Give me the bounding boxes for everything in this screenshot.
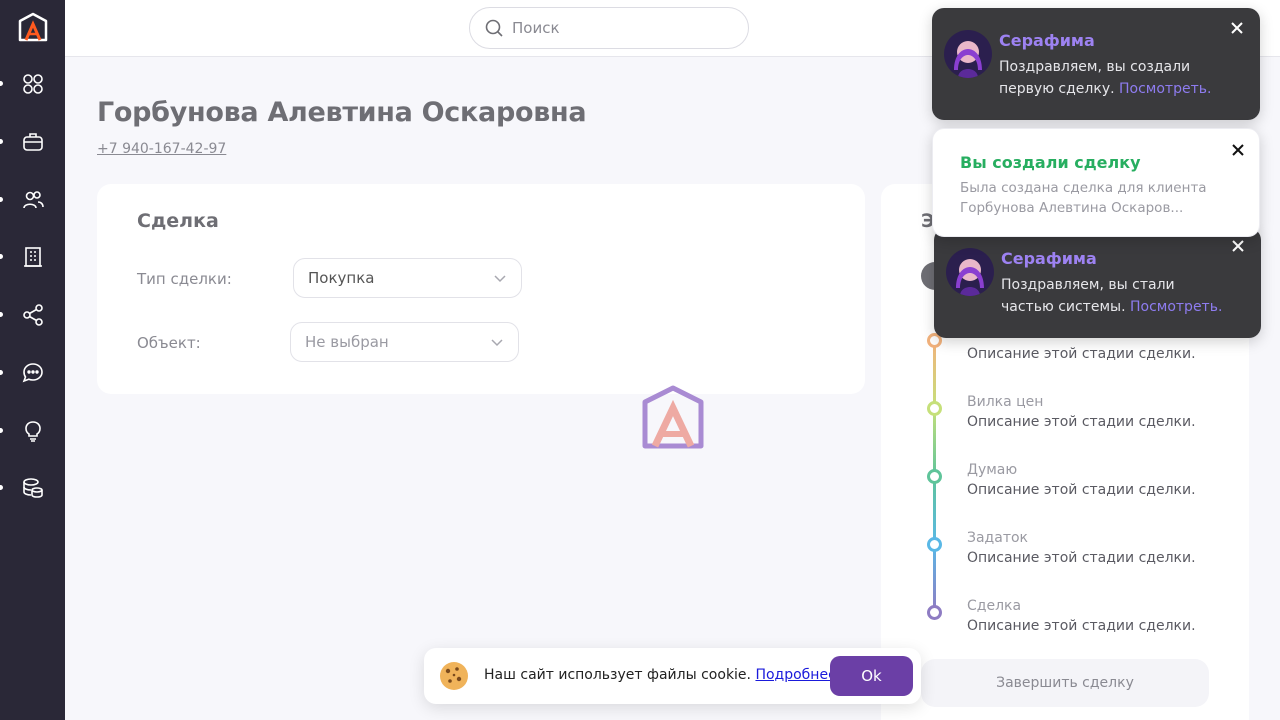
notification-toast: Серафима Поздравляем, вы создали первую …: [932, 8, 1260, 120]
users-icon: [22, 191, 44, 209]
cookie-more-link[interactable]: Подробнее: [755, 667, 836, 683]
deal-card: Сделка Тип сделки: Покупка Объект: Не вы…: [97, 184, 865, 394]
stage-name: Сделка: [967, 598, 1022, 614]
stage-name: Думаю: [967, 462, 1018, 478]
stage-dot[interactable]: [927, 537, 942, 552]
stage-name: Задаток: [967, 530, 1028, 546]
stage-description: Описание этой стадии сделки.: [967, 346, 1196, 362]
stage-description: Описание этой стадии сделки.: [967, 482, 1196, 498]
chevron-down-icon: [491, 339, 503, 347]
sidebar-item-deals[interactable]: [0, 127, 65, 157]
stage-dot[interactable]: [927, 605, 942, 620]
loading-logo-icon: [642, 385, 704, 449]
close-icon[interactable]: [1230, 142, 1246, 158]
notification-text: Поздравляем, вы создали первую сделку. П…: [999, 59, 1212, 97]
cookie-text: Наш сайт использует файлы cookie. Подроб…: [484, 667, 837, 683]
notification-toast: Вы создали сделку Была создана сделка дл…: [932, 128, 1260, 237]
sidebar-item-clients[interactable]: [0, 185, 65, 215]
stage-dot[interactable]: [927, 401, 942, 416]
finish-deal-button[interactable]: Завершить сделку: [921, 659, 1209, 707]
deal-type-label: Тип сделки:: [137, 270, 232, 288]
sidebar-item-objects[interactable]: [0, 242, 65, 272]
deal-type-value: Покупка: [308, 269, 375, 287]
share-icon: [22, 304, 43, 326]
notification-author: Серафима: [999, 31, 1095, 50]
sidebar-item-database[interactable]: [0, 473, 65, 503]
avatar: [946, 248, 994, 296]
search-icon: [485, 19, 503, 37]
chat-icon: [22, 363, 43, 383]
notification-title: Вы создали сделку: [960, 153, 1141, 172]
cookie-ok-button[interactable]: Ok: [830, 656, 913, 696]
sidebar-item-dashboard[interactable]: [0, 69, 65, 99]
cookie-icon: [440, 662, 468, 690]
notification-author: Серафима: [1001, 249, 1097, 268]
notification-text: Была создана сделка для клиента Горбунов…: [960, 180, 1207, 216]
stage-connector: [933, 340, 936, 408]
cookie-banner: Наш сайт использует файлы cookie. Подроб…: [424, 648, 921, 704]
stage-description: Описание этой стадии сделки.: [967, 550, 1196, 566]
client-phone-link[interactable]: +7 940-167-42-97: [97, 141, 226, 157]
lightbulb-icon: [24, 421, 41, 442]
database-icon: [22, 478, 43, 498]
object-label: Объект:: [137, 334, 201, 352]
stage-connector: [933, 544, 936, 612]
stage-description: Описание этой стадии сделки.: [967, 414, 1196, 430]
close-icon[interactable]: [1230, 238, 1246, 254]
stage-dot[interactable]: [927, 469, 942, 484]
notification-view-link[interactable]: Посмотреть.: [1119, 81, 1211, 97]
deal-type-select[interactable]: Покупка: [293, 258, 522, 298]
object-placeholder: Не выбран: [305, 333, 389, 351]
page-title: Горбунова Алевтина Оскаровна: [97, 97, 587, 128]
close-icon[interactable]: [1229, 20, 1245, 36]
notification-text: Поздравляем, вы стали частью системы. По…: [1001, 277, 1223, 315]
stage-name: Вилка цен: [967, 394, 1044, 410]
search-box[interactable]: [469, 7, 749, 49]
stage-description: Описание этой стадии сделки.: [967, 618, 1196, 634]
sidebar: [0, 0, 65, 720]
briefcase-icon: [22, 133, 43, 151]
sidebar-item-chat[interactable]: [0, 358, 65, 388]
object-select[interactable]: Не выбран: [290, 322, 519, 362]
chevron-down-icon: [494, 275, 506, 283]
logo-icon[interactable]: [17, 12, 49, 44]
sidebar-item-network[interactable]: [0, 300, 65, 330]
building-icon: [23, 247, 42, 267]
stage-connector: [933, 476, 936, 544]
deal-card-title: Сделка: [137, 210, 219, 232]
avatar: [944, 30, 992, 78]
search-input[interactable]: [512, 19, 712, 37]
sidebar-item-ideas[interactable]: [0, 416, 65, 446]
notification-view-link[interactable]: Посмотреть.: [1130, 299, 1222, 315]
notification-toast: Серафима Поздравляем, вы стали частью си…: [934, 228, 1261, 338]
grid-icon: [22, 74, 43, 94]
stage-connector: [933, 408, 936, 476]
